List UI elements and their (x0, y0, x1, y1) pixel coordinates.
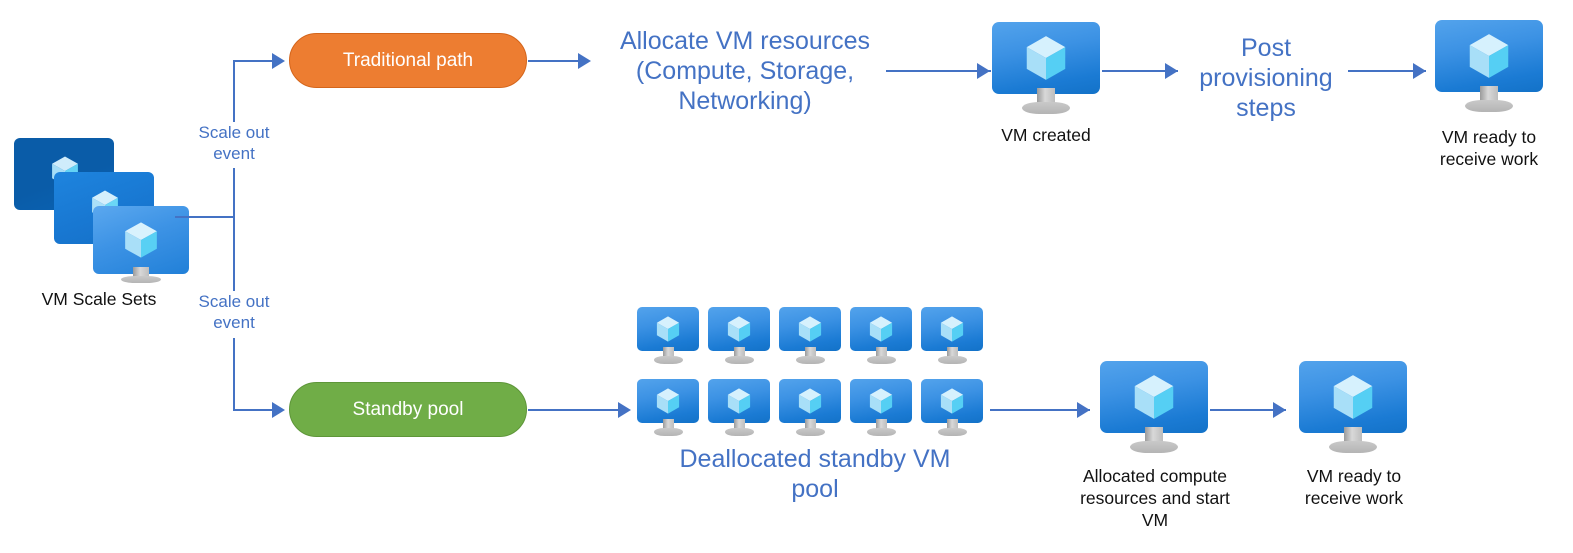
arrow-post-to-vm-ready (1413, 63, 1426, 79)
cube-icon (1026, 36, 1066, 80)
pool-vm-icon (779, 379, 841, 441)
cube-icon (656, 316, 680, 342)
cube-icon (798, 388, 822, 414)
standby-pool-label: Standby pool (352, 398, 464, 420)
allocated-compute-label: Allocated compute resources and start VM (1080, 466, 1230, 530)
cube-icon (727, 316, 751, 342)
connector-to-traditional-path (233, 60, 273, 62)
vm-created-icon (992, 22, 1100, 118)
vm-ready-bottom-icon (1299, 361, 1407, 457)
pool-vm-icon (921, 307, 983, 369)
arrow-traditional-to-allocate (578, 53, 591, 69)
arrow-allocated-to-vm-ready (1273, 402, 1286, 418)
pool-vm-icon (850, 379, 912, 441)
traditional-path-pill[interactable]: Traditional path (289, 33, 527, 88)
arrow-pool-to-allocated (1077, 402, 1090, 418)
pool-vm-icon (850, 307, 912, 369)
arrow-vm-created-to-post (1165, 63, 1178, 79)
pool-vm-icon (921, 379, 983, 441)
standby-pool-pill[interactable]: Standby pool (289, 382, 527, 437)
allocate-vm-resources-text: Allocate VM resources (Compute, Storage,… (619, 27, 871, 115)
connector-trunk-upper-lower (233, 168, 235, 217)
pool-vm-icon (779, 307, 841, 369)
scale-out-event-label-top: Scale out event (178, 122, 290, 164)
connector-pool-to-allocated (990, 409, 1090, 411)
vm-created-label: VM created (1001, 125, 1091, 145)
pool-vm-icon (708, 379, 770, 441)
cube-icon (727, 388, 751, 414)
cube-icon (656, 388, 680, 414)
cube-icon (1134, 375, 1174, 419)
vm-scale-sets-label: VM Scale Sets (41, 289, 157, 309)
cube-icon (940, 316, 964, 342)
arrow-allocate-to-vm-created (977, 63, 990, 79)
connector-traditional-to-allocate (528, 60, 581, 62)
cube-icon (1333, 375, 1373, 419)
vm-ready-top-icon (1435, 20, 1543, 120)
allocated-compute-vm-icon (1100, 361, 1208, 457)
connector-trunk-upper (233, 61, 235, 125)
arrow-to-traditional-path (272, 53, 285, 69)
pool-vm-icon (637, 379, 699, 441)
connector-source-to-trunk (175, 216, 235, 218)
deallocated-standby-vm-pool-grid (637, 307, 995, 437)
vm-ready-bottom-label: VM ready to receive work (1304, 466, 1404, 508)
pool-vm-icon (637, 307, 699, 369)
cube-icon (940, 388, 964, 414)
connector-trunk-lower (233, 338, 235, 410)
connector-to-standby-pool (233, 409, 273, 411)
arrow-to-standby-pool (272, 402, 285, 418)
vm-scale-sets-group (14, 138, 194, 283)
cube-icon (869, 388, 893, 414)
cube-icon (1469, 34, 1509, 78)
cube-icon (125, 222, 157, 258)
connector-allocate-to-vm-created (886, 70, 991, 72)
post-provisioning-steps-text: Post provisioning steps (1199, 34, 1333, 122)
diagram-canvas: VM Scale Sets Scale out event Scale out … (0, 0, 1573, 553)
traditional-path-label: Traditional path (342, 49, 474, 71)
connector-standby-to-pool (528, 409, 621, 411)
connector-trunk-lower-upper (233, 216, 235, 294)
vm-ready-top-label: VM ready to receive work (1439, 127, 1539, 169)
cube-icon (798, 316, 822, 342)
deallocated-standby-pool-caption: Deallocated standby VM pool (679, 445, 951, 503)
scale-out-event-label-bottom: Scale out event (178, 291, 290, 333)
cube-icon (869, 316, 893, 342)
pool-vm-icon (708, 307, 770, 369)
arrow-standby-to-pool (618, 402, 631, 418)
